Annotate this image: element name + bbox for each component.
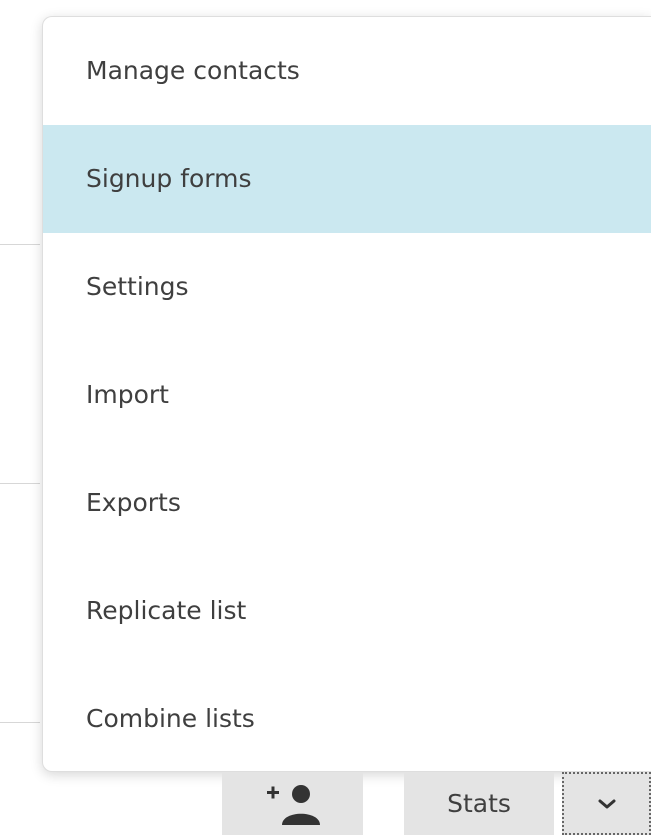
menu-item-combine-lists[interactable]: Combine lists — [43, 665, 651, 771]
add-user-icon — [264, 783, 322, 825]
add-contact-button[interactable] — [222, 772, 363, 835]
background-divider — [0, 722, 40, 723]
menu-item-settings[interactable]: Settings — [43, 233, 651, 341]
menu-item-replicate-list[interactable]: Replicate list — [43, 557, 651, 665]
background-divider — [0, 483, 40, 484]
list-actions-dropdown-menu: Manage contacts Signup forms Settings Im… — [42, 16, 651, 772]
page: Manage contacts Signup forms Settings Im… — [0, 0, 651, 835]
background-divider — [0, 244, 40, 245]
menu-item-manage-contacts[interactable]: Manage contacts — [43, 17, 651, 125]
more-options-dropdown-button[interactable] — [562, 772, 651, 835]
menu-item-exports[interactable]: Exports — [43, 449, 651, 557]
menu-item-import[interactable]: Import — [43, 341, 651, 449]
stats-button[interactable]: Stats — [404, 772, 554, 835]
chevron-down-icon — [597, 798, 617, 810]
menu-item-signup-forms[interactable]: Signup forms — [43, 125, 651, 233]
